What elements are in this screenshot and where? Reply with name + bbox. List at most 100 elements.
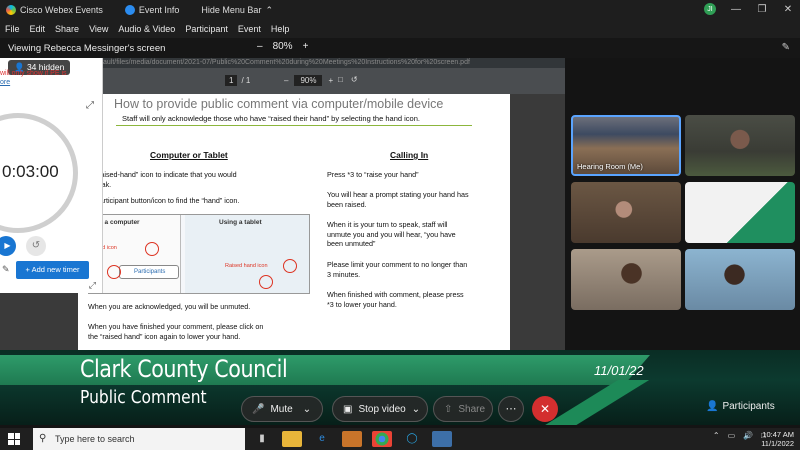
chevron-down-icon: ⌄ xyxy=(302,403,312,415)
sharing-label: Viewing Rebecca Messinger's screen xyxy=(8,42,166,54)
stop-video-button[interactable]: ▣ Stop video ⌄ xyxy=(332,396,428,422)
pdf-zoom-out-icon[interactable]: – xyxy=(284,76,288,85)
event-info-label: Event Info xyxy=(138,5,180,15)
tablet-screenshot: Using a tablet Raised hand icon xyxy=(185,215,309,293)
close-icon[interactable]: ✕ xyxy=(782,4,794,15)
maximize-icon[interactable]: ❐ xyxy=(756,4,768,15)
search-icon: ⚲ xyxy=(39,433,47,444)
event-info-button[interactable]: Event Info xyxy=(124,5,180,15)
timer-note: will only show if PE is xyxy=(0,70,67,77)
network-icon[interactable]: ▭ xyxy=(728,431,736,440)
edge-browser-icon[interactable]: ◯ xyxy=(402,431,422,447)
clock-date: 11/1/2022 xyxy=(761,439,794,448)
clock-time: 10:47 AM xyxy=(762,430,794,439)
task-view-icon[interactable]: ▮ xyxy=(252,431,272,447)
video-tile-participant-3[interactable] xyxy=(571,182,681,243)
file-explorer-icon[interactable] xyxy=(282,431,302,447)
menu-file[interactable]: File xyxy=(5,24,20,34)
taskbar-clock[interactable]: 10:47 AM 11/1/2022 xyxy=(761,430,794,448)
zoom-value: 80% xyxy=(272,41,293,52)
menu-bar: File Edit Share View Audio & Video Parti… xyxy=(0,20,800,38)
rotate-icon[interactable]: ↺ xyxy=(351,75,358,84)
add-timer-button[interactable]: + Add new timer xyxy=(16,261,89,279)
edit-icon[interactable]: ✎ xyxy=(2,264,10,275)
expand-icon[interactable]: ⤢ xyxy=(86,100,94,111)
document-title: How to provide public comment via comput… xyxy=(114,97,444,111)
fit-page-icon[interactable]: □ xyxy=(338,75,343,84)
menu-event[interactable]: Event xyxy=(238,24,261,34)
volume-icon[interactable]: 🔊 xyxy=(743,431,753,440)
timer-more-link[interactable]: ore xyxy=(0,79,10,86)
system-tray: ⌃ ▭ 🔊 □ xyxy=(713,431,766,440)
video-tile-participant-2[interactable] xyxy=(685,115,795,176)
windows-start-icon[interactable] xyxy=(8,433,20,445)
collapse-icon[interactable]: ⤢ xyxy=(89,280,96,291)
pdf-zoom-in-icon[interactable]: + xyxy=(328,76,333,85)
figure-raised-hand-label: Raised hand icon xyxy=(225,263,268,269)
right-step-5: When finished with comment, please press… xyxy=(327,290,464,309)
page-total: / 1 xyxy=(241,76,251,85)
video-panel: Hearing Room (Me) xyxy=(565,58,800,393)
hide-menu-label: Hide Menu Bar xyxy=(201,5,262,15)
banner-date: 11/01/22 xyxy=(594,363,644,378)
pinned-app-icon[interactable] xyxy=(342,431,362,447)
calling-in-heading: Calling In xyxy=(390,150,429,160)
taskbar-search-box[interactable]: ⚲ Type here to search xyxy=(33,428,245,450)
figure-participants-button: Participants xyxy=(119,265,179,279)
menu-edit[interactable]: Edit xyxy=(30,24,46,34)
share-icon: ⇧ xyxy=(444,403,453,415)
left-step-3: When you are acknowledged, you will be u… xyxy=(88,302,251,311)
menu-audio-video[interactable]: Audio & Video xyxy=(118,24,175,34)
video-tile-participant-4[interactable] xyxy=(685,182,795,243)
leave-meeting-button[interactable]: ✕ xyxy=(532,396,558,422)
timer-panel: 👤 34 hidden will only show if PE is ore … xyxy=(0,58,103,293)
title-bar: Cisco Webex Events Event Info Hide Menu … xyxy=(0,0,800,20)
pdf-zoom-value[interactable]: 90% xyxy=(294,75,323,86)
video-tile-participant-5[interactable] xyxy=(571,249,681,310)
share-button[interactable]: ⇧ Share xyxy=(433,396,493,422)
mute-label: Mute xyxy=(270,403,293,415)
share-label: Share xyxy=(458,403,486,415)
play-button[interactable]: ▶ xyxy=(0,236,16,256)
banner-title: Clark County Council xyxy=(80,355,288,383)
zoom-control: – 80% + xyxy=(257,41,308,52)
pdf-toolbar: 1 / 1 – 90% + □ ↺ xyxy=(60,68,565,94)
user-avatar[interactable]: JI xyxy=(704,3,716,15)
reset-button[interactable]: ↺ xyxy=(26,236,46,256)
page-current[interactable]: 1 xyxy=(225,75,238,86)
webex-logo-icon xyxy=(6,5,16,15)
search-placeholder: Type here to search xyxy=(55,434,135,444)
video-tile-participant-6[interactable] xyxy=(685,249,795,310)
chrome-icon[interactable] xyxy=(372,431,392,447)
mute-button[interactable]: 🎤 Mute ⌄ xyxy=(241,396,323,422)
more-options-button[interactable]: ⋯ xyxy=(498,396,524,422)
minimize-icon[interactable]: — xyxy=(730,4,742,15)
right-step-3: When it is your turn to speak, staff wil… xyxy=(327,220,456,248)
right-step-4: Please limit your comment to no longer t… xyxy=(327,260,468,279)
video-tile-caption: Hearing Room (Me) xyxy=(577,162,643,171)
webex-taskbar-icon[interactable] xyxy=(432,431,452,447)
menu-share[interactable]: Share xyxy=(55,24,79,34)
page-indicator: 1 / 1 xyxy=(225,75,250,86)
document-subtitle: Staff will only acknowledge those who ha… xyxy=(122,114,420,123)
annotate-icon[interactable]: ✎ xyxy=(782,42,790,53)
pdf-url-bar: ...ontent/default/files/media/document/2… xyxy=(60,58,565,68)
menu-help[interactable]: Help xyxy=(271,24,290,34)
video-tile-hearing-room[interactable]: Hearing Room (Me) xyxy=(571,115,681,176)
app-name: Cisco Webex Events xyxy=(20,5,103,15)
raised-hand-highlight xyxy=(283,259,297,273)
stop-video-label: Stop video xyxy=(358,403,406,415)
hide-menu-bar-button[interactable]: Hide Menu Bar ⌃ xyxy=(201,5,273,16)
menu-view[interactable]: View xyxy=(89,24,108,34)
taskbar-apps: ▮ e ◯ xyxy=(252,431,452,447)
tray-chevron-icon[interactable]: ⌃ xyxy=(713,431,720,440)
zoom-out-button[interactable]: – xyxy=(257,41,263,52)
menu-participant[interactable]: Participant xyxy=(185,24,228,34)
computer-tablet-heading: Computer or Tablet xyxy=(150,150,228,160)
participants-button[interactable]: 👤 Participants xyxy=(706,401,775,412)
zoom-in-button[interactable]: + xyxy=(303,41,309,52)
meeting-controls: 🎤 Mute ⌄ ▣ Stop video ⌄ ⇧ Share ⋯ ✕ 👤 Pa… xyxy=(0,393,800,425)
instruction-figure: ing a computer hand icon Participants Us… xyxy=(88,214,310,294)
hand-icon-highlight xyxy=(145,242,159,256)
edge-icon[interactable]: e xyxy=(312,431,332,447)
